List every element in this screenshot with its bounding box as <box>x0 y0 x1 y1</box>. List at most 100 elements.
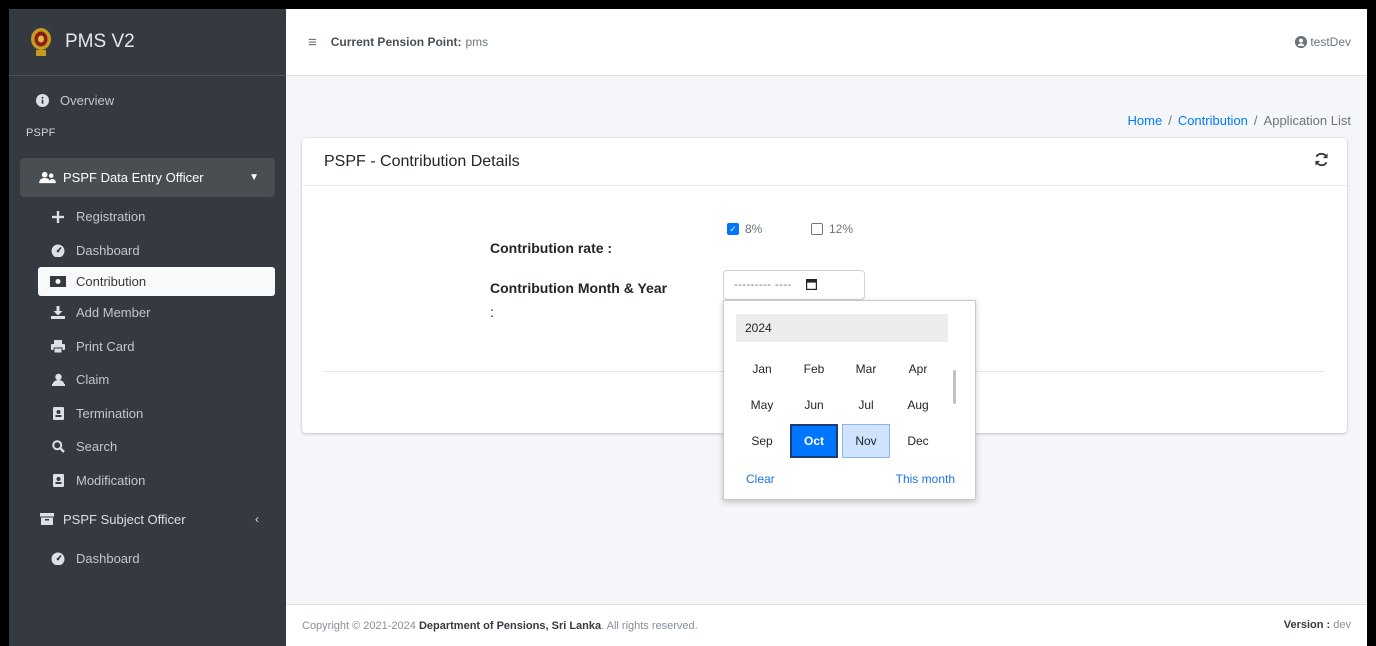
top-navbar: ≡ Current Pension Point: pms testDev <box>286 9 1367 76</box>
card-title: PSPF - Contribution Details <box>324 152 520 170</box>
sidebar-submenu: Registration Dashboard Contribution Add … <box>9 200 286 497</box>
clear-button[interactable]: Clear <box>746 472 775 486</box>
calendar-icon[interactable] <box>805 278 817 293</box>
page-footer: Copyright © 2021-2024 Department of Pens… <box>286 604 1367 646</box>
this-month-button[interactable]: This month <box>896 472 955 486</box>
month-may[interactable]: May <box>736 387 788 423</box>
download-icon <box>49 306 67 320</box>
copyright-prefix: Copyright © 2021-2024 <box>302 619 416 632</box>
month-aug[interactable]: Aug <box>892 387 944 423</box>
checkbox-unchecked-icon <box>811 223 823 235</box>
checkbox-checked-icon: ✓ <box>727 223 739 235</box>
user-menu[interactable]: testDev <box>1295 35 1351 49</box>
sidebar: PMS V2 Overview PSPF PSPF Data Entry Off… <box>9 9 286 646</box>
version-info: Version : dev <box>1284 619 1351 631</box>
card-header: PSPF - Contribution Details <box>302 138 1347 186</box>
rate-option-label: 8% <box>745 222 763 236</box>
sidebar-item-label: Claim <box>76 372 110 388</box>
month-jan[interactable]: Jan <box>736 351 788 387</box>
sidebar-group-label: PSPF Data Entry Officer <box>63 170 204 185</box>
user-circle-icon <box>1295 36 1308 48</box>
month-year-placeholder: --------- ---- <box>734 279 792 291</box>
version-label: Version : <box>1283 619 1331 631</box>
sidebar-item-dashboard-2[interactable]: Dashboard <box>9 542 286 575</box>
sidebar-group-subject-officer[interactable]: PSPF Subject Officer ‹ <box>20 500 275 538</box>
tachometer-icon <box>49 244 67 257</box>
copyright-suffix: . All rights reserved. <box>601 619 698 632</box>
breadcrumb-contribution[interactable]: Contribution <box>1178 113 1248 128</box>
tachometer-icon <box>49 552 67 565</box>
month-sep[interactable]: Sep <box>736 423 788 459</box>
version-value: dev <box>1333 619 1351 631</box>
money-bill-icon <box>49 276 67 287</box>
breadcrumb-current: Application List <box>1263 113 1351 128</box>
print-icon <box>49 339 67 353</box>
chevron-left-icon: ‹ <box>255 512 259 526</box>
contribution-month-label-colon: : <box>490 304 494 320</box>
month-apr[interactable]: Apr <box>892 351 944 387</box>
username: testDev <box>1310 35 1351 49</box>
breadcrumb: Home / Contribution / Application List <box>1128 113 1352 128</box>
sidebar-item-label: Print Card <box>76 338 135 354</box>
month-feb[interactable]: Feb <box>788 351 840 387</box>
month-jun[interactable]: Jun <box>788 387 840 423</box>
pension-point-label: Current Pension Point: <box>330 35 462 49</box>
sidebar-item-label: Dashboard <box>76 551 140 566</box>
hamburger-menu-icon[interactable]: ≡ <box>308 34 317 51</box>
breadcrumb-home[interactable]: Home <box>1128 113 1163 128</box>
refresh-icon[interactable] <box>1314 152 1329 171</box>
contribution-rate-label: Contribution rate : <box>490 240 613 256</box>
month-jul[interactable]: Jul <box>840 387 892 423</box>
month-dec[interactable]: Dec <box>892 423 944 459</box>
picker-scrollbar[interactable] <box>953 370 956 404</box>
sidebar-item-label: Termination <box>76 405 144 421</box>
address-book-icon <box>49 473 67 487</box>
sidebar-item-modification[interactable]: Modification <box>9 464 286 498</box>
brand-name: PMS V2 <box>65 31 135 52</box>
plus-icon <box>49 210 67 223</box>
picker-year[interactable]: 2024 <box>736 314 948 342</box>
emblem-logo-icon <box>29 26 53 58</box>
info-circle-icon <box>33 94 51 107</box>
sidebar-item-add-member[interactable]: Add Member <box>9 296 286 330</box>
picker-footer: Clear This month <box>746 472 955 486</box>
sidebar-item-label: Overview <box>60 93 115 108</box>
users-icon <box>38 171 56 184</box>
sidebar-item-label: Modification <box>76 472 146 488</box>
sidebar-group-label: PSPF Subject Officer <box>63 511 186 527</box>
sidebar-item-label: Dashboard <box>76 242 140 258</box>
month-mar[interactable]: Mar <box>840 351 892 387</box>
month-oct-selected[interactable]: Oct <box>790 424 838 458</box>
breadcrumb-separator: / <box>1253 113 1258 128</box>
id-badge-icon <box>49 373 67 387</box>
app-window: PMS V2 Overview PSPF PSPF Data Entry Off… <box>9 9 1367 646</box>
sidebar-item-contribution[interactable]: Contribution <box>38 267 275 296</box>
sidebar-item-label: Search <box>76 439 118 455</box>
month-grid: Jan Feb Mar Apr May Jun Jul Aug Sep Oct … <box>736 351 946 459</box>
brand[interactable]: PMS V2 <box>9 9 286 76</box>
sidebar-section-header: PSPF <box>26 127 56 139</box>
sidebar-group-data-entry-officer[interactable]: PSPF Data Entry Officer ▼ <box>20 158 275 197</box>
sidebar-item-registration[interactable]: Registration <box>9 200 286 234</box>
month-year-input[interactable]: --------- ---- <box>723 270 865 300</box>
rate-option-label: 12% <box>829 222 854 236</box>
organization-name: Department of Pensions, Sri Lanka <box>418 619 602 632</box>
rate-12-checkbox[interactable]: 12% <box>811 222 853 236</box>
sidebar-item-overview[interactable]: Overview <box>9 84 286 117</box>
address-book-icon <box>49 406 67 420</box>
month-nov-hovered[interactable]: Nov <box>842 424 890 458</box>
chevron-down-icon: ▼ <box>249 172 259 183</box>
search-icon <box>49 440 67 454</box>
sidebar-item-dashboard[interactable]: Dashboard <box>9 234 286 268</box>
sidebar-item-search[interactable]: Search <box>9 430 286 464</box>
sidebar-item-label: Registration <box>76 209 146 225</box>
sidebar-item-print-card[interactable]: Print Card <box>9 330 286 364</box>
rate-8-checkbox[interactable]: ✓ 8% <box>727 222 762 236</box>
sidebar-item-label: Contribution <box>76 274 147 289</box>
breadcrumb-separator: / <box>1168 113 1172 128</box>
sidebar-item-claim[interactable]: Claim <box>9 363 286 397</box>
sidebar-item-label: Add Member <box>76 305 151 321</box>
pension-point-value: pms <box>465 35 489 49</box>
sidebar-item-termination[interactable]: Termination <box>9 397 286 431</box>
contribution-month-label: Contribution Month & Year <box>490 280 668 296</box>
